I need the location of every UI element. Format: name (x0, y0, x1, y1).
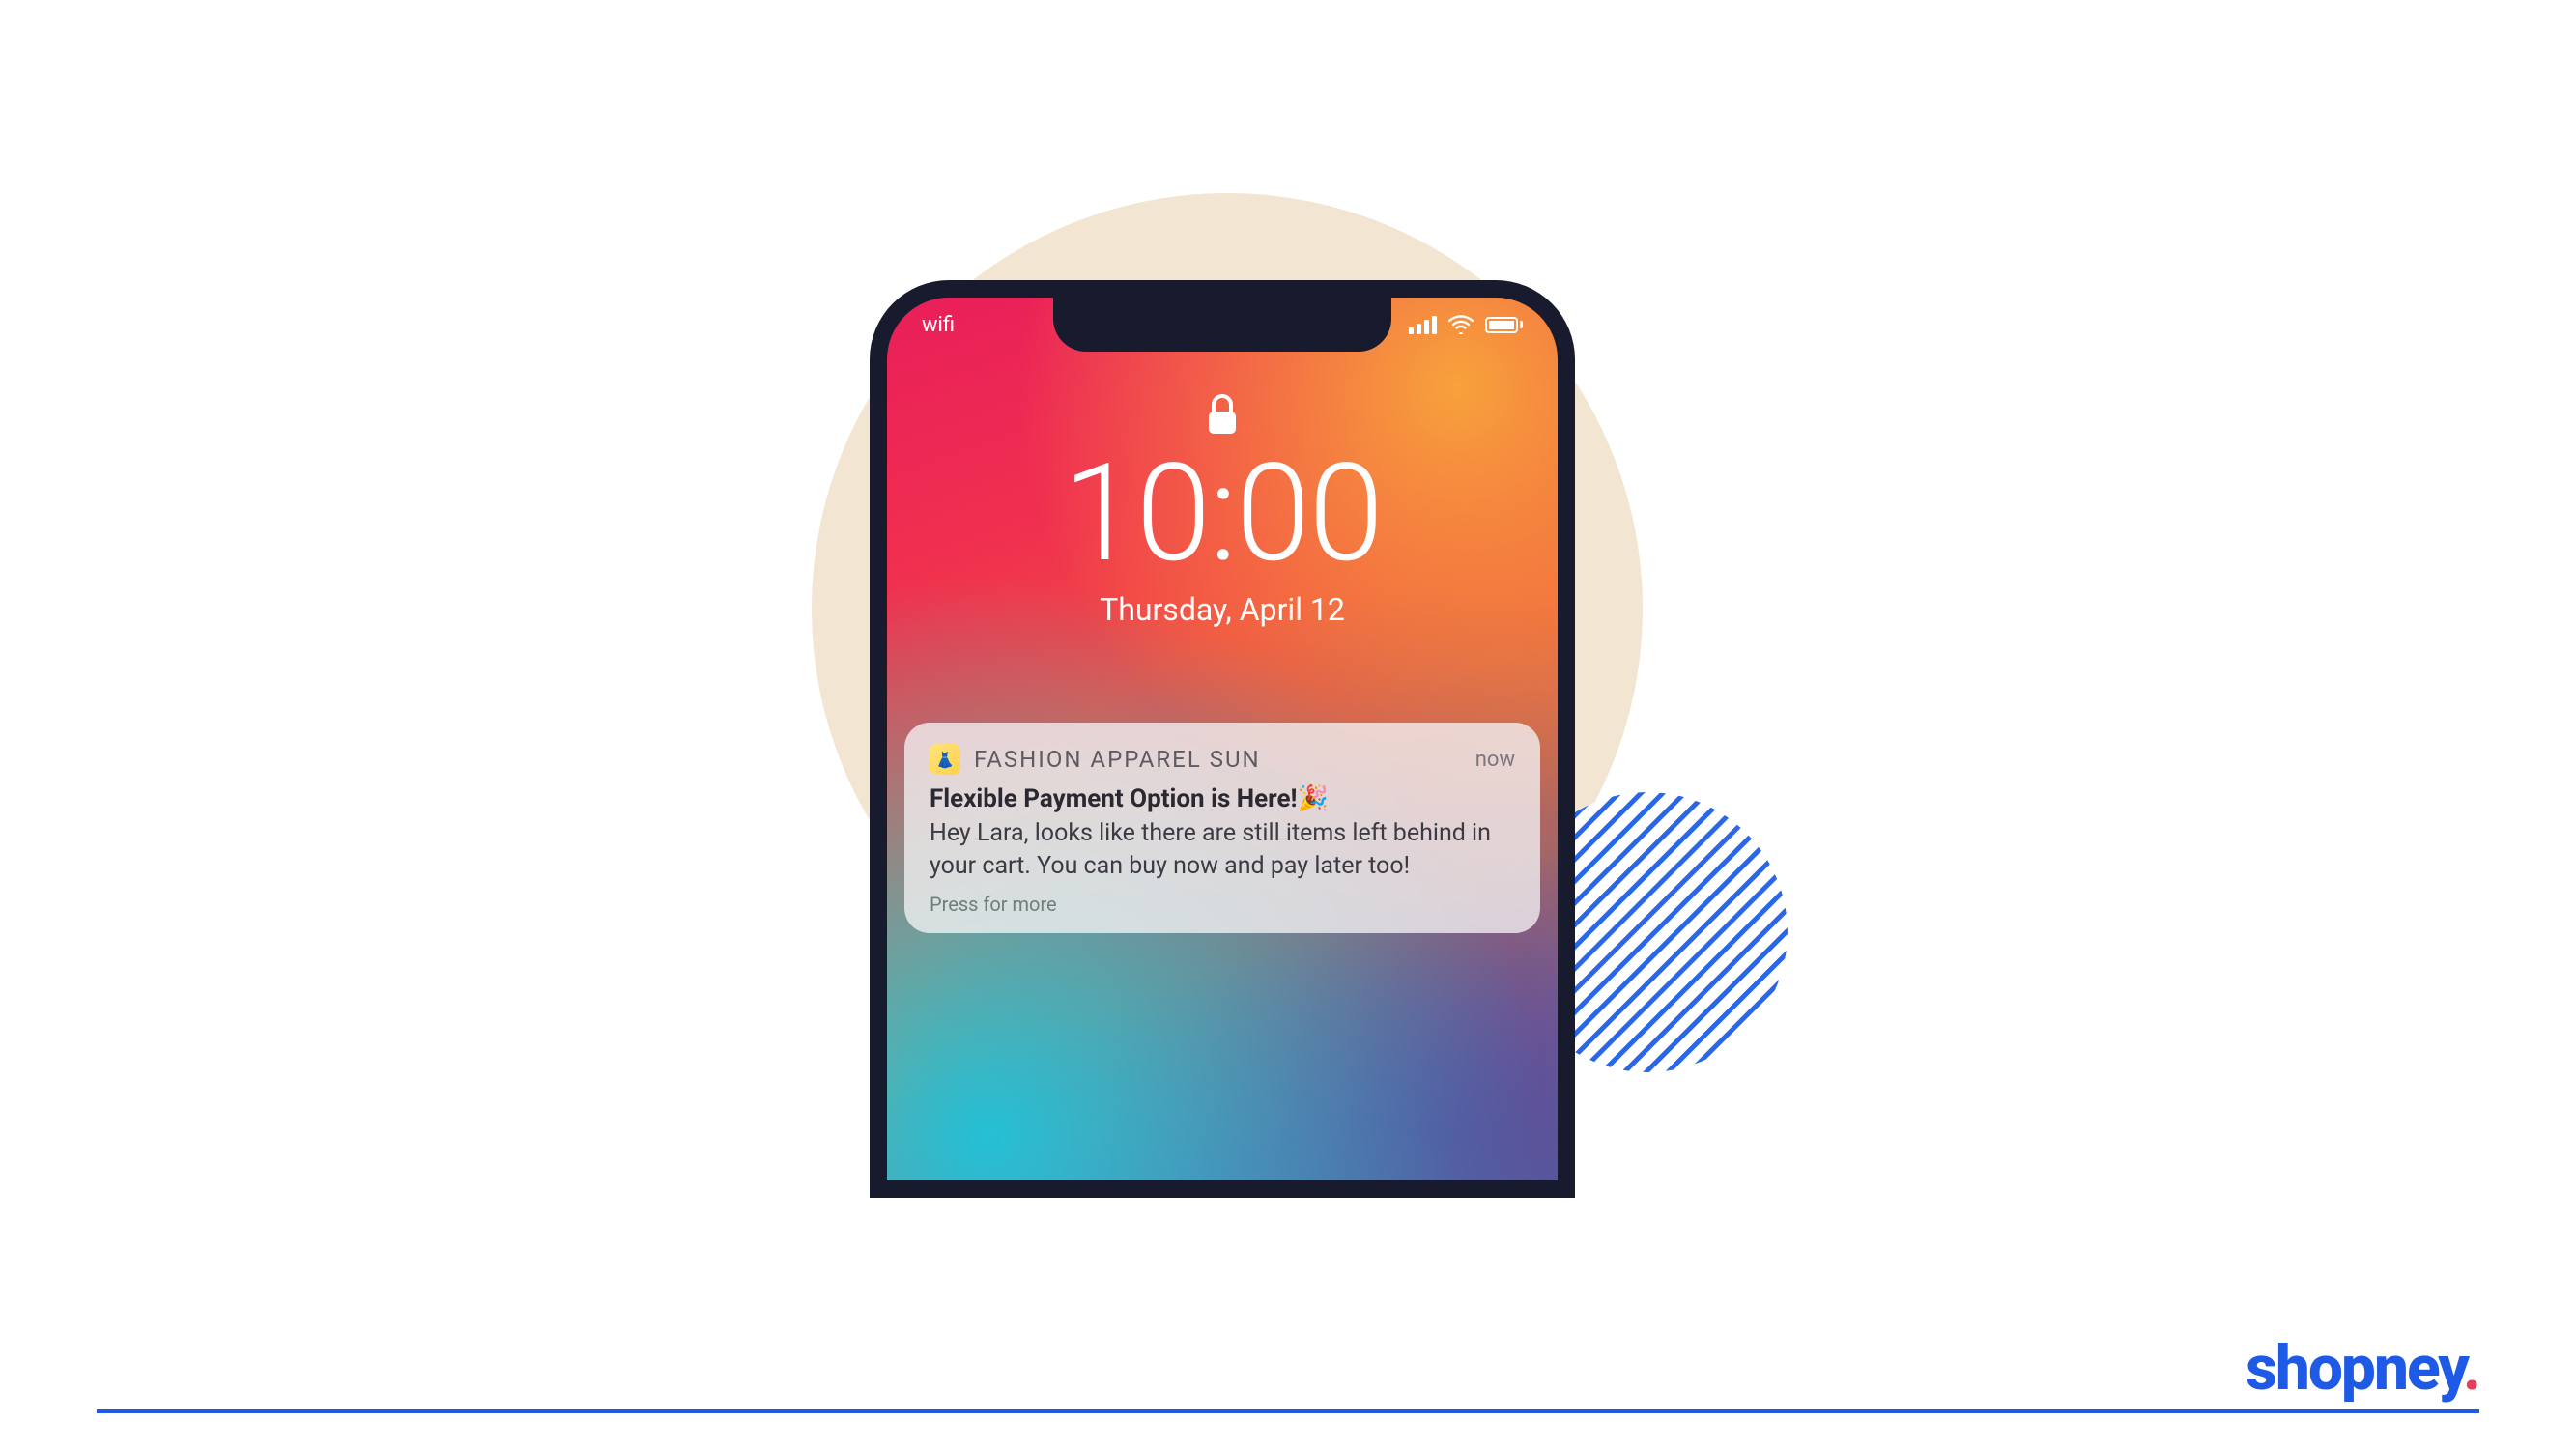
status-bar-right (1409, 315, 1523, 334)
notification-body: Hey Lara, looks like there are still ite… (930, 817, 1515, 883)
notification-header: 👗 FASHION APPAREL SUN now (930, 744, 1515, 775)
notification-timestamp: now (1475, 748, 1515, 772)
notification-app-info: 👗 FASHION APPAREL SUN (930, 744, 1261, 775)
battery-icon (1485, 317, 1523, 333)
brand-name: shopney (2246, 1332, 2463, 1405)
brand-dot: . (2463, 1332, 2479, 1405)
lockscreen-time: 10:00 (887, 446, 1558, 582)
cellular-signal-icon (1409, 315, 1437, 334)
footer-divider (97, 1409, 2479, 1413)
status-bar-network-label: wifi (922, 313, 955, 337)
phone-screen: wifi (887, 298, 1558, 1180)
lockscreen: 10:00 Thursday, April 12 (887, 384, 1558, 628)
notification-more-label: Press for more (930, 893, 1515, 916)
app-icon: 👗 (930, 744, 960, 775)
wifi-icon (1448, 315, 1474, 334)
canvas: wifi (0, 0, 2576, 1450)
notification-app-name: FASHION APPAREL SUN (974, 746, 1261, 773)
lockscreen-date: Thursday, April 12 (887, 591, 1558, 628)
push-notification[interactable]: 👗 FASHION APPAREL SUN now Flexible Payme… (904, 723, 1540, 933)
lock-icon (887, 392, 1558, 441)
brand-logo: shopney. (2222, 1338, 2479, 1400)
phone-notch (1053, 298, 1391, 352)
phone-frame: wifi (870, 280, 1575, 1198)
notification-title: Flexible Payment Option is Here!🎉 (930, 784, 1515, 813)
